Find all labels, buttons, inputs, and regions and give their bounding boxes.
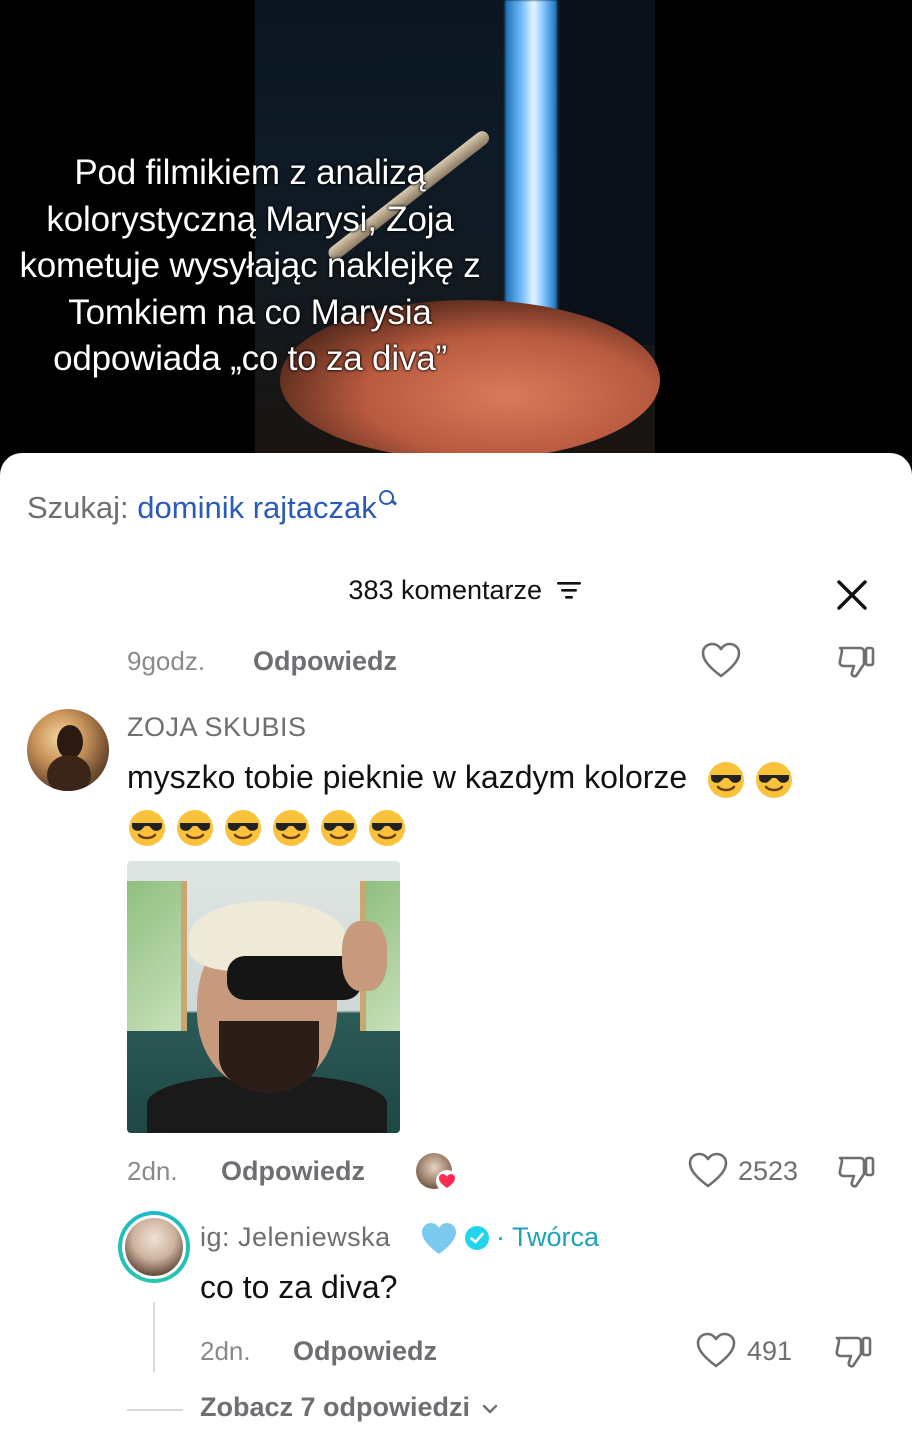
reply-text: co to za diva? xyxy=(200,1269,398,1305)
light-blue-heart-icon xyxy=(422,1223,456,1254)
comments-count: 383 komentarze xyxy=(348,575,543,605)
comment-text-body: myszko tobie pieknie w kazdym kolorze xyxy=(127,759,688,795)
search-suggestion[interactable]: Szukaj: dominik rajtaczak xyxy=(27,488,397,528)
video-player[interactable]: Pod filmikiem z analizą kolorystyczną Ma… xyxy=(0,0,912,470)
previous-comment-time: 9godz. xyxy=(127,646,206,676)
sunglasses-emoji-icon xyxy=(225,809,261,846)
sticker-image[interactable] xyxy=(127,861,400,1133)
reply-time: 2dn. xyxy=(200,1336,251,1366)
comments-header: 383 komentarze xyxy=(0,575,912,606)
heart-icon[interactable] xyxy=(701,642,741,680)
sticker-window xyxy=(127,881,187,1031)
heart-icon[interactable] xyxy=(688,1152,728,1190)
chevron-down-icon xyxy=(482,1404,497,1414)
sunglasses-emoji-icon xyxy=(129,809,165,846)
heart-icon[interactable] xyxy=(696,1332,736,1370)
filter-icon[interactable] xyxy=(556,579,582,601)
sunglasses-emoji-icon xyxy=(756,761,793,798)
search-icon xyxy=(378,490,397,508)
avatar[interactable] xyxy=(27,709,109,791)
avatar-face xyxy=(57,725,83,759)
comment-time: 2dn. xyxy=(127,1156,178,1186)
thread-line xyxy=(153,1302,155,1372)
creator-label: · Twórca xyxy=(496,1222,599,1253)
sunglasses-emoji-icon xyxy=(369,809,405,846)
video-light-strip xyxy=(505,0,557,345)
search-prefix: Szukaj: xyxy=(27,490,129,525)
sunglasses-emoji-icon xyxy=(177,809,213,846)
verified-badge-icon xyxy=(465,1226,489,1250)
reply-reply-button[interactable]: Odpowiedz xyxy=(293,1336,437,1367)
sticker-hand xyxy=(342,921,387,991)
previous-reply-button[interactable]: Odpowiedz xyxy=(253,646,397,677)
video-door xyxy=(560,0,655,345)
reply-avatar-image xyxy=(122,1215,186,1279)
comment-username[interactable]: ZOJA SKUBIS xyxy=(127,712,307,743)
dislike-icon[interactable] xyxy=(836,642,876,682)
dislike-icon[interactable] xyxy=(836,1152,876,1192)
dislike-icon[interactable] xyxy=(833,1332,873,1372)
video-caption: Pod filmikiem z analizą kolorystyczną Ma… xyxy=(19,153,481,378)
reply-button[interactable]: Odpowiedz xyxy=(221,1156,365,1187)
avatar-body xyxy=(47,755,91,791)
see-replies-line xyxy=(127,1409,183,1411)
close-icon[interactable] xyxy=(832,575,872,615)
creator-text: Twórca xyxy=(512,1222,600,1252)
sunglasses-emoji-icon xyxy=(321,809,357,846)
reply-username[interactable]: ig: Jeleniewska xyxy=(200,1222,391,1253)
comment-text: myszko tobie pieknie w kazdym kolorze xyxy=(127,753,887,849)
see-replies-label: Zobacz 7 odpowiedzi xyxy=(200,1392,471,1422)
liked-by-creator-heart-icon xyxy=(436,1170,458,1192)
reply-avatar[interactable] xyxy=(118,1211,190,1283)
see-replies-button[interactable]: Zobacz 7 odpowiedzi xyxy=(200,1392,500,1423)
like-count: 2523 xyxy=(738,1156,799,1186)
sunglasses-emoji-icon xyxy=(273,809,309,846)
sticker-beard xyxy=(219,1021,319,1093)
reply-like-count: 491 xyxy=(747,1336,793,1366)
search-term[interactable]: dominik rajtaczak xyxy=(137,490,376,525)
creator-separator: · xyxy=(496,1222,505,1252)
sunglasses-emoji-icon xyxy=(708,761,745,798)
